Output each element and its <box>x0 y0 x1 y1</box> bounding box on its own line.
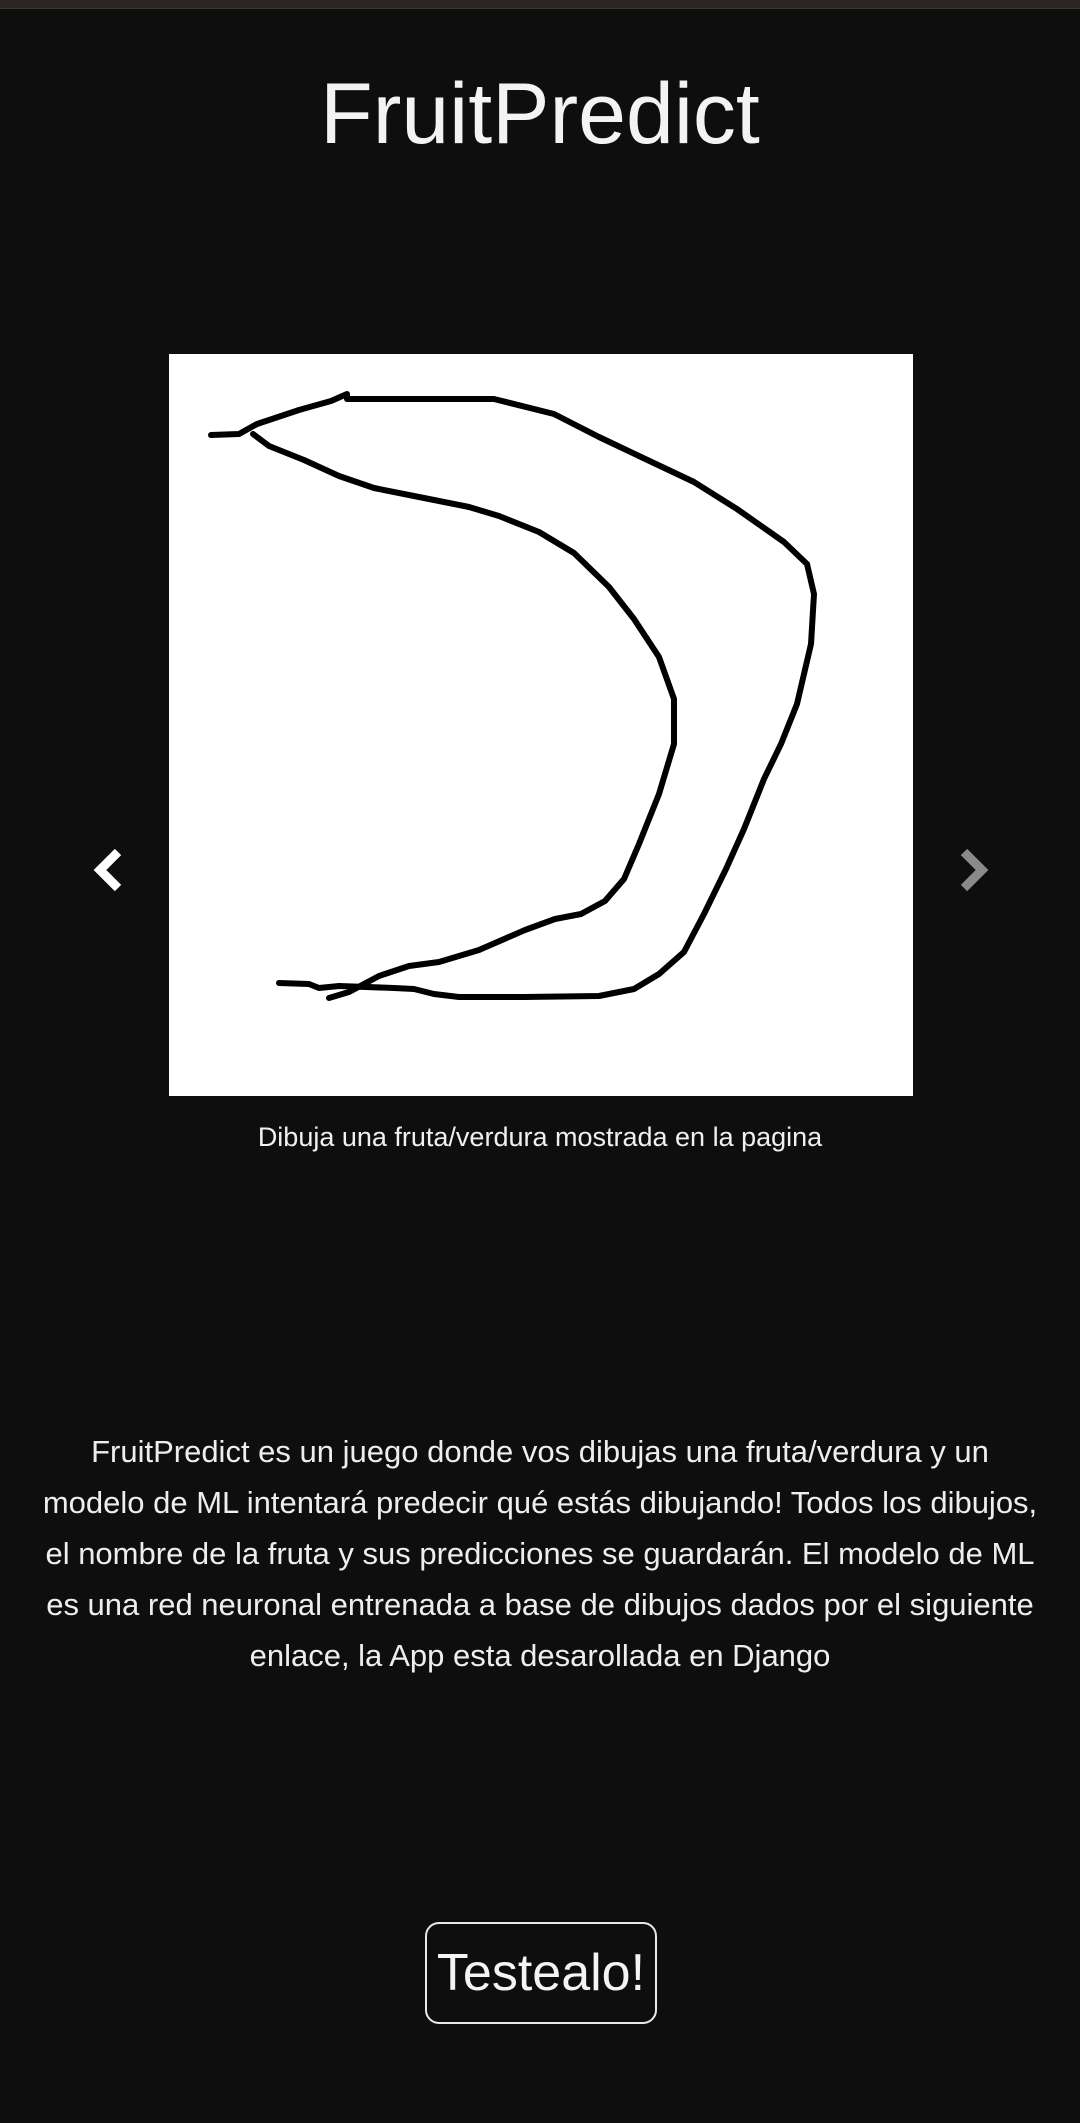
drawing-carousel <box>0 354 1080 1096</box>
carousel-prev-button[interactable] <box>83 830 133 910</box>
carousel-slide-drawing <box>169 354 913 1096</box>
chevron-left-icon <box>93 848 122 892</box>
carousel-caption: Dibuja una fruta/verdura mostrada en la … <box>257 1122 823 1152</box>
banana-sketch-image <box>208 391 817 1001</box>
chevron-right-icon <box>960 848 989 892</box>
app-description: FruitPredict es un juego donde vos dibuj… <box>42 1434 1038 1673</box>
browser-top-bar <box>0 0 1080 9</box>
page-title: FruitPredict <box>320 65 760 162</box>
test-it-button[interactable]: Testealo! <box>425 1922 657 2024</box>
carousel-next-button[interactable] <box>948 830 998 910</box>
